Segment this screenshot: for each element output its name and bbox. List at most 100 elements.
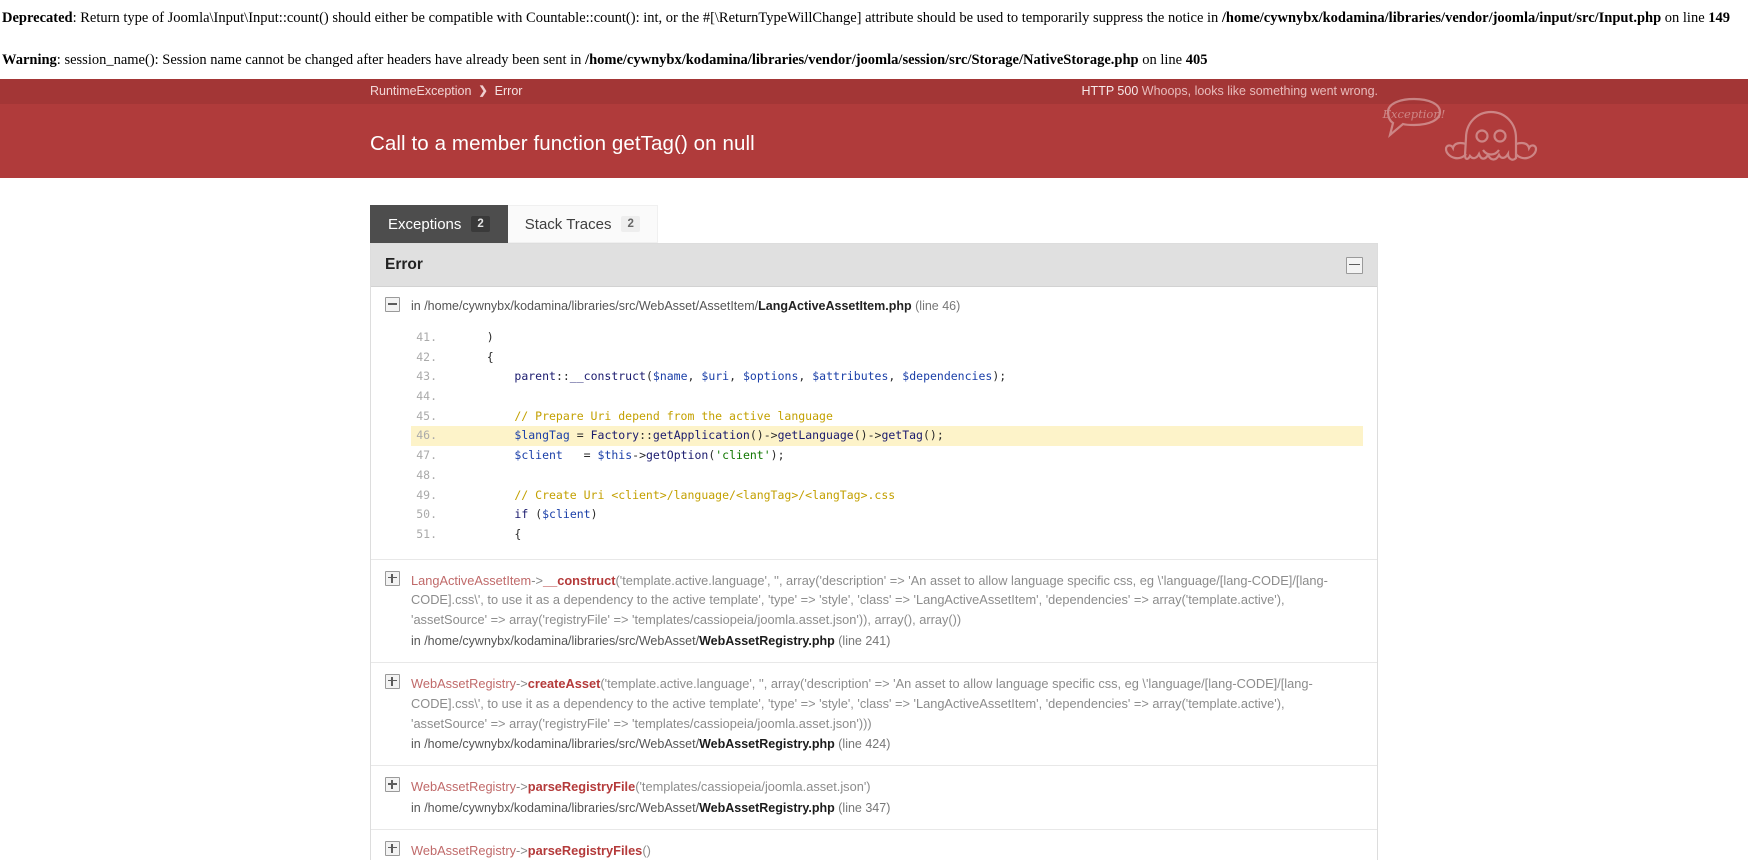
trace-frame: WebAssetRegistry->parseRegistryFiles() i…: [371, 830, 1377, 860]
notice-line-number: 405: [1185, 51, 1208, 68]
code-line-number: 42.: [416, 349, 437, 364]
frame-call: WebAssetRegistry->parseRegistryFiles(): [411, 841, 1363, 860]
code-line: 47. $client = $this->getOption('client')…: [411, 446, 1363, 466]
frame-class-name: WebAssetRegistry: [411, 675, 517, 691]
tab-stack-traces-count: 2: [621, 216, 640, 233]
frame-location-line: (line 347): [838, 800, 891, 815]
code-line: 45. // Prepare Uri depend from the activ…: [411, 407, 1363, 427]
exception-panel-header[interactable]: Error: [371, 244, 1377, 288]
frame-location-path: in /home/cywnybx/kodamina/libraries/src/…: [411, 800, 700, 815]
http-status-code: HTTP 500: [1081, 84, 1139, 99]
code-line: 44.: [411, 387, 1363, 407]
code-listing: 41. ) 42. {43. parent::__construct($name,…: [411, 328, 1363, 545]
code-line-number: 45.: [416, 408, 437, 423]
trace-frame: WebAssetRegistry->createAsset('template.…: [371, 663, 1377, 767]
code-line-text: ): [459, 329, 494, 344]
exception-panel-title: Error: [385, 256, 423, 274]
page-body: Exceptions 2 Stack Traces 2 Error in /ho…: [0, 178, 1748, 860]
php-notice-warning: Warning: session_name(): Session name ca…: [0, 38, 1748, 80]
frame-location-file: WebAssetRegistry.php: [699, 634, 835, 649]
code-line-number: 46.: [416, 428, 437, 443]
code-line-text: // Create Uri <client>/language/<langTag…: [459, 487, 896, 502]
minus-icon[interactable]: [1346, 256, 1363, 274]
tab-exceptions[interactable]: Exceptions 2: [370, 205, 508, 244]
code-line: 43. parent::__construct($name, $uri, $op…: [411, 367, 1363, 387]
plus-icon[interactable]: [385, 570, 400, 586]
php-notice-deprecated: Deprecated: Return type of Joomla\Input\…: [0, 0, 1748, 38]
code-line-text: // Prepare Uri depend from the active la…: [459, 408, 833, 423]
frame-call: WebAssetRegistry->createAsset('template.…: [411, 674, 1363, 733]
code-line: 46. $langTag = Factory::getApplication()…: [411, 426, 1363, 447]
frame-location-line: (line 241): [838, 634, 891, 649]
code-line-number: 43.: [416, 369, 437, 384]
notice-file-path: /home/cywnybx/kodamina/libraries/vendor/…: [1221, 10, 1662, 26]
tab-exceptions-count: 2: [471, 216, 490, 233]
notice-line-prefix: on line: [1138, 51, 1186, 68]
frame-method-name: parseRegistryFiles: [527, 842, 643, 858]
frame-location: in /home/cywnybx/kodamina/libraries/src/…: [411, 799, 1363, 818]
code-line: 50. if ($client): [411, 505, 1363, 525]
frame-method-name: __construct: [542, 572, 616, 588]
frame-arrow: ->: [516, 675, 528, 691]
frame-class-name: WebAssetRegistry: [411, 842, 517, 858]
tab-exceptions-label: Exceptions: [388, 215, 462, 233]
code-line: 48.: [411, 466, 1363, 486]
plus-icon[interactable]: [385, 673, 400, 689]
notice-file-path: /home/cywnybx/kodamina/libraries/vendor/…: [585, 51, 1139, 68]
code-line-number: 51.: [416, 526, 437, 541]
code-line-number: 50.: [416, 507, 437, 522]
trace-frame: WebAssetRegistry->parseRegistryFile('tem…: [371, 766, 1377, 830]
minus-icon[interactable]: [385, 297, 400, 313]
code-line-text: {: [459, 526, 522, 541]
frame-location: in /home/cywnybx/kodamina/libraries/src/…: [411, 632, 1363, 651]
code-line: 51. {: [411, 525, 1363, 545]
breadcrumb-item-error: Error: [494, 84, 523, 99]
code-line-number: 41.: [416, 329, 437, 344]
php-notices-region: Deprecated: Return type of Joomla\Input\…: [0, 0, 1748, 80]
frame-arrow: ->: [531, 572, 543, 588]
frame-location-file: WebAssetRegistry.php: [699, 800, 835, 815]
chevron-right-icon: ❯: [478, 85, 488, 98]
notice-message-text: : session_name(): Session name cannot be…: [56, 51, 586, 68]
code-line-number: 48.: [416, 467, 437, 482]
plus-icon[interactable]: [385, 840, 400, 856]
code-line-number: 44.: [416, 388, 437, 403]
exception-topbar: RuntimeException ❯ Error HTTP 500 Whoops…: [0, 79, 1748, 105]
frame-location: in /home/cywnybx/kodamina/libraries/src/…: [411, 735, 1363, 754]
code-line: 49. // Create Uri <client>/language/<lan…: [411, 486, 1363, 506]
frame-arrow: ->: [516, 842, 528, 858]
exception-ghost-logo-icon: Exception!: [1382, 98, 1538, 161]
tab-stack-traces[interactable]: Stack Traces 2: [507, 205, 658, 244]
frame-location-file: WebAssetRegistry.php: [699, 737, 835, 752]
frame-method-name: createAsset: [527, 675, 601, 691]
code-line: 41. ): [411, 328, 1363, 348]
code-line-text: $langTag = Factory::getApplication()->ge…: [514, 428, 944, 443]
frame-location: in /home/cywnybx/kodamina/libraries/src/…: [411, 297, 1363, 316]
tab-stack-traces-label: Stack Traces: [524, 215, 612, 233]
frame-arguments: ('templates/cassiopeia/joomla.asset.json…: [635, 779, 871, 795]
notice-level-label: Deprecated: [2, 10, 73, 26]
code-line-number: 49.: [416, 487, 437, 502]
frame-location-path: in /home/cywnybx/kodamina/libraries/src/…: [411, 737, 700, 752]
frame-method-name: parseRegistryFile: [527, 779, 636, 795]
frame-class-name: LangActiveAssetItem: [411, 572, 532, 588]
notice-line-number: 149: [1708, 10, 1731, 26]
page-title: Call to a member function getTag() on nu…: [370, 132, 755, 156]
exception-panel: Error in /home/cywnybx/kodamina/librarie…: [370, 243, 1378, 860]
ghost-logo-text: Exception!: [1382, 107, 1446, 121]
trace-frame: in /home/cywnybx/kodamina/libraries/src/…: [371, 287, 1377, 560]
frame-location-file: LangActiveAssetItem.php: [758, 299, 912, 314]
frame-location-line: (line 424): [838, 737, 891, 752]
frame-location-path: in /home/cywnybx/kodamina/libraries/src/…: [411, 634, 700, 649]
code-line-text: parent::__construct($name, $uri, $option…: [514, 369, 1007, 384]
exception-header: RuntimeException ❯ Error HTTP 500 Whoops…: [0, 79, 1748, 179]
trace-frame: LangActiveAssetItem->__construct('templa…: [371, 560, 1377, 663]
plus-icon[interactable]: [385, 777, 400, 793]
http-status-message: Whoops, looks like something went wrong.: [1141, 84, 1378, 99]
notice-message-text: : Return type of Joomla\Input\Input::cou…: [72, 10, 1222, 26]
notice-line-prefix: on line: [1661, 10, 1709, 26]
frame-arrow: ->: [516, 779, 528, 795]
frame-class-name: WebAssetRegistry: [411, 779, 517, 795]
frame-location-path: in /home/cywnybx/kodamina/libraries/src/…: [411, 299, 759, 314]
notice-level-label: Warning: [2, 51, 57, 68]
